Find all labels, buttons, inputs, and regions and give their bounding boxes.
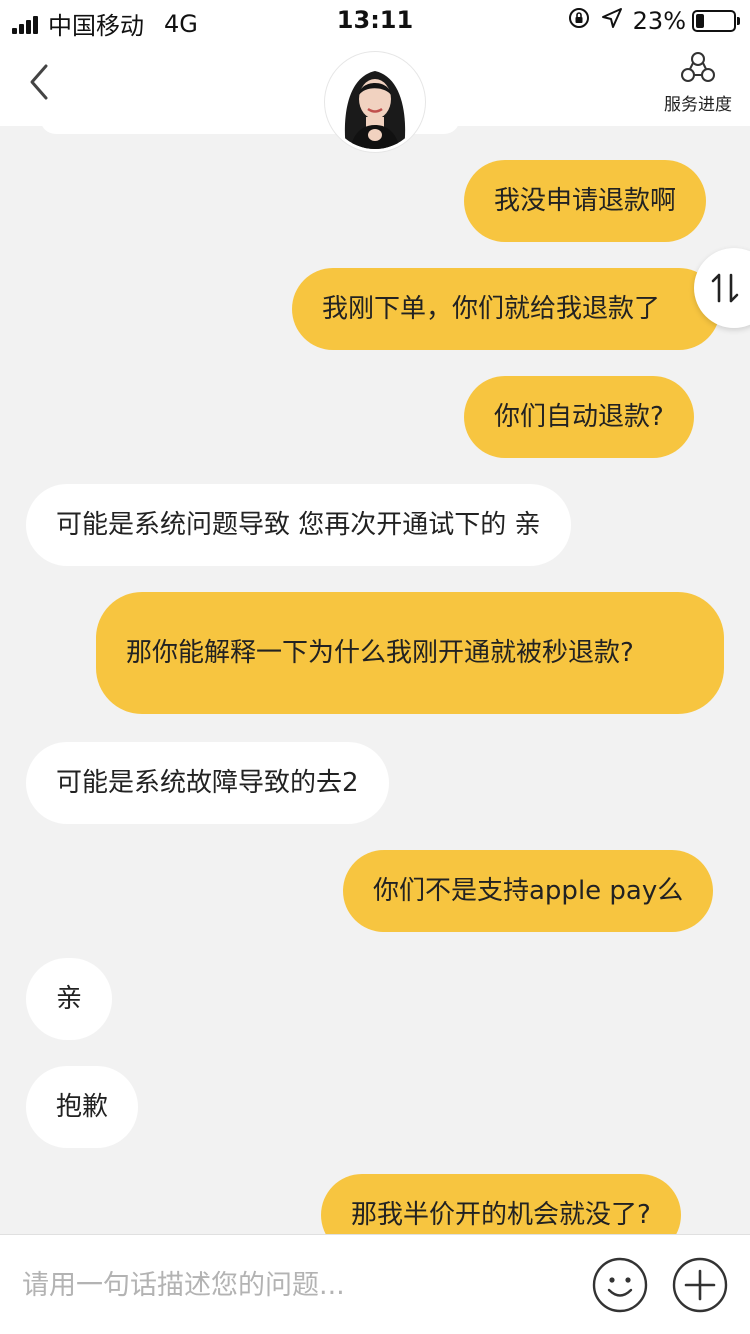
plus-circle-icon [672, 1257, 728, 1313]
message-text: 那我半价开的机会就没了? [351, 1200, 651, 1230]
service-progress-label: 服务进度 [664, 95, 732, 115]
avatar-image [328, 55, 422, 149]
message-bubble-sent[interactable]: 那你能解释一下为什么我刚开通就被秒退款? [96, 592, 724, 714]
message-bubble-received[interactable]: 可能是系统问题导致 您再次开通试下的 亲 [26, 484, 571, 566]
message-input[interactable] [22, 1261, 562, 1309]
message-bubble-sent[interactable]: 我没申请退款啊 [464, 160, 707, 242]
service-progress-button[interactable]: 服务进度 [658, 50, 738, 120]
emoji-button[interactable] [592, 1257, 648, 1313]
rotation-lock-icon [567, 6, 591, 36]
message-bubble-received[interactable]: 亲 [26, 958, 113, 1040]
chevron-left-icon [30, 64, 48, 100]
message-bubble-sent[interactable]: 我刚下单，你们就给我退款了 [292, 268, 720, 350]
smiley-icon [592, 1257, 648, 1313]
message-text: 可能是系统问题导致 您再次开通试下的 亲 [56, 510, 541, 540]
message-bubble-received[interactable]: 可能是系统故障导致的去2 [26, 742, 389, 824]
location-arrow-icon [601, 7, 623, 35]
message-text: 你们不是支持apple pay么 [373, 876, 684, 906]
message-text: 可能是系统故障导致的去2 [56, 768, 359, 798]
battery-icon [692, 10, 740, 32]
message-text: 抱歉 [56, 1092, 109, 1122]
battery-percent: 23% [632, 7, 686, 35]
input-bar [0, 1234, 750, 1334]
back-button[interactable] [22, 60, 62, 104]
sort-arrows-icon [711, 273, 739, 303]
message-bubble-sent[interactable]: 你们自动退款? [464, 376, 694, 458]
message-bubble-sent[interactable]: 你们不是支持apple pay么 [343, 850, 714, 932]
message-text: 那你能解释一下为什么我刚开通就被秒退款? [126, 638, 634, 668]
network-nodes-icon [681, 52, 715, 82]
status-bar: 中国移动 4G 13:11 23% [0, 0, 750, 40]
message-text: 你们自动退款? [494, 402, 664, 432]
message-text: 我没申请退款啊 [494, 186, 677, 216]
message-text: 亲 [56, 984, 83, 1014]
more-options-button[interactable] [672, 1257, 728, 1313]
message-bubble-received[interactable]: 抱歉 [26, 1066, 139, 1148]
agent-avatar[interactable] [325, 52, 425, 152]
message-text: 我刚下单，你们就给我退款了 [322, 294, 661, 324]
status-right: 23% [567, 6, 740, 36]
